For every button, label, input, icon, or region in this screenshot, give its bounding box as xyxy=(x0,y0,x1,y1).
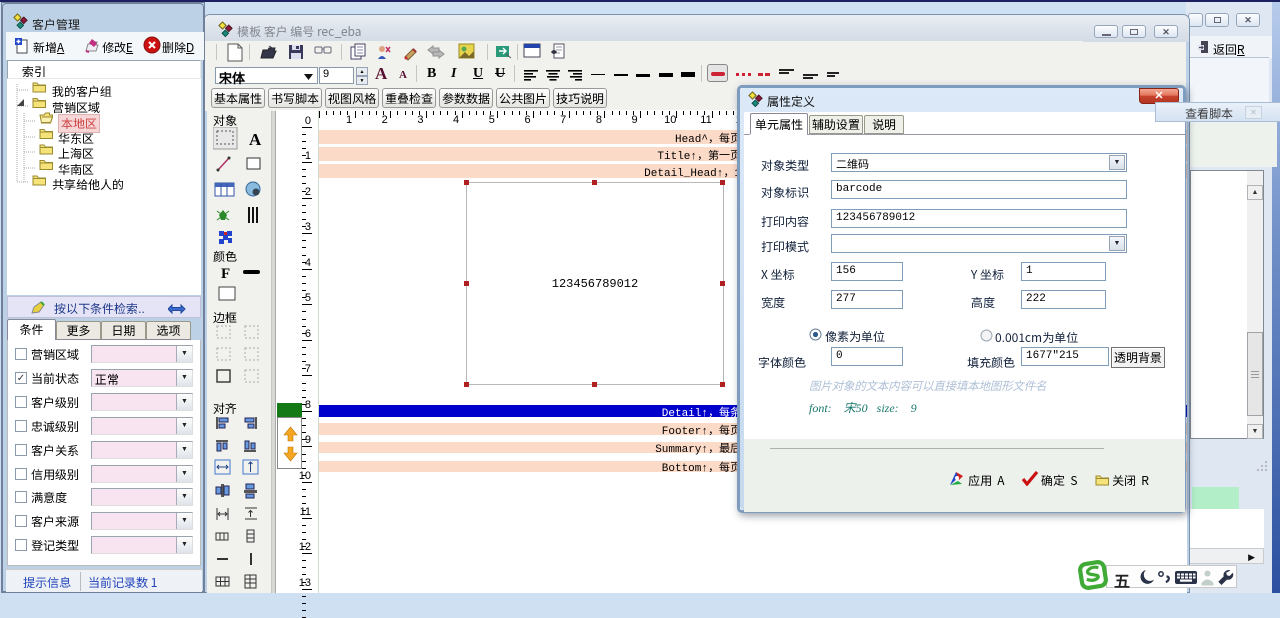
svg-text:A: A xyxy=(249,130,262,149)
svg-text:F: F xyxy=(221,266,230,282)
